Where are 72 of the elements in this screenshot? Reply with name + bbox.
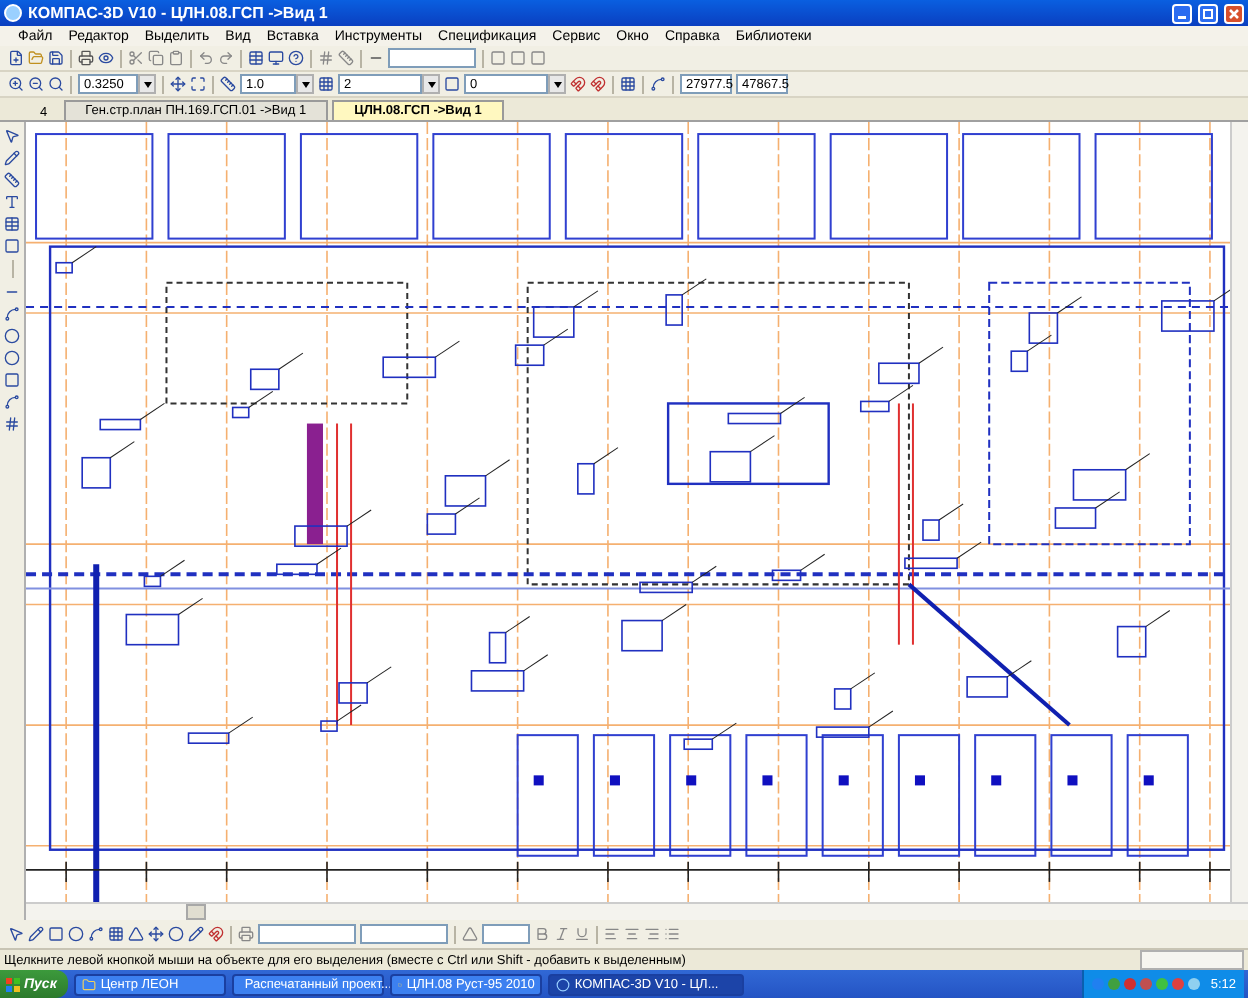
circle-icon[interactable]: [4, 328, 20, 344]
text-icon[interactable]: [4, 194, 20, 210]
underline-icon[interactable]: [574, 926, 590, 942]
select-icon[interactable]: [4, 128, 20, 144]
move-icon[interactable]: [148, 926, 164, 942]
pencil-icon[interactable]: [28, 926, 44, 942]
preview-icon[interactable]: [98, 50, 114, 66]
restore-icon: [1202, 7, 1214, 19]
help-icon[interactable]: [288, 50, 304, 66]
dropdown-button[interactable]: [138, 74, 156, 94]
clipboard-icon[interactable]: [168, 50, 184, 66]
edit-icon[interactable]: [188, 926, 204, 942]
ruler-icon[interactable]: [4, 172, 20, 188]
dropdown-button[interactable]: [548, 74, 566, 94]
rectangle-icon[interactable]: [4, 238, 20, 254]
redo-icon[interactable]: [218, 50, 234, 66]
pencil-icon[interactable]: [4, 150, 20, 166]
app-icon: [556, 977, 571, 991]
triangle-icon[interactable]: [462, 926, 478, 942]
list-icon[interactable]: [664, 926, 680, 942]
italic-icon[interactable]: [554, 926, 570, 942]
caret-icon: [427, 81, 435, 87]
dropdown-button[interactable]: [296, 74, 314, 94]
magnet-icon[interactable]: [590, 76, 606, 92]
grid-icon[interactable]: [620, 76, 636, 92]
app-logo-icon: [4, 4, 22, 22]
size-field[interactable]: [360, 924, 448, 944]
table-icon[interactable]: [248, 50, 264, 66]
magnet-icon[interactable]: [570, 76, 586, 92]
pan-icon[interactable]: [170, 76, 186, 92]
align-right-icon[interactable]: [644, 926, 660, 942]
minimize-button[interactable]: [1172, 3, 1192, 23]
curve-icon[interactable]: [4, 394, 20, 410]
save-icon[interactable]: [48, 50, 64, 66]
vertical-scrollbar[interactable]: [1230, 122, 1248, 902]
line-style-field[interactable]: [388, 48, 476, 68]
grid-icon[interactable]: [108, 926, 124, 942]
bold-icon[interactable]: [534, 926, 550, 942]
height-field[interactable]: [482, 924, 530, 944]
frame-icon[interactable]: [48, 926, 64, 942]
dropdown-button[interactable]: [422, 74, 440, 94]
magnet-icon[interactable]: [208, 926, 224, 942]
grid-icon[interactable]: [318, 50, 334, 66]
fit-icon[interactable]: [190, 76, 206, 92]
close-button[interactable]: [1224, 3, 1244, 23]
close-icon: [1228, 7, 1240, 19]
align-left-icon[interactable]: [604, 926, 620, 942]
restore-button[interactable]: [1198, 3, 1218, 23]
scissors-icon[interactable]: [128, 50, 144, 66]
table-icon[interactable]: [4, 216, 20, 232]
undo-icon[interactable]: [198, 50, 214, 66]
ruler-icon[interactable]: [338, 50, 354, 66]
monitor-icon[interactable]: [268, 50, 284, 66]
new-file-icon[interactable]: [8, 50, 24, 66]
windows-logo-icon: [6, 977, 20, 991]
align-center-icon[interactable]: [624, 926, 640, 942]
horizontal-scrollbar[interactable]: [26, 902, 1248, 920]
printer-icon[interactable]: [78, 50, 94, 66]
caret-icon: [553, 81, 561, 87]
spline-icon[interactable]: [4, 306, 20, 322]
caret-icon: [143, 81, 151, 87]
font-field[interactable]: [258, 924, 356, 944]
zoom-icon[interactable]: [48, 76, 64, 92]
caret-icon: [301, 81, 309, 87]
zoom-out-icon[interactable]: [28, 76, 44, 92]
select-icon[interactable]: [8, 926, 24, 942]
hatch-icon[interactable]: [4, 416, 20, 432]
window-title: КОМПАС-3D V10 - ЦЛН.08.ГСП ->Вид 1: [28, 4, 330, 22]
copy-icon[interactable]: [148, 50, 164, 66]
triangle-icon[interactable]: [128, 926, 144, 942]
printer-icon[interactable]: [238, 926, 254, 942]
zoom-in-icon[interactable]: [8, 76, 24, 92]
